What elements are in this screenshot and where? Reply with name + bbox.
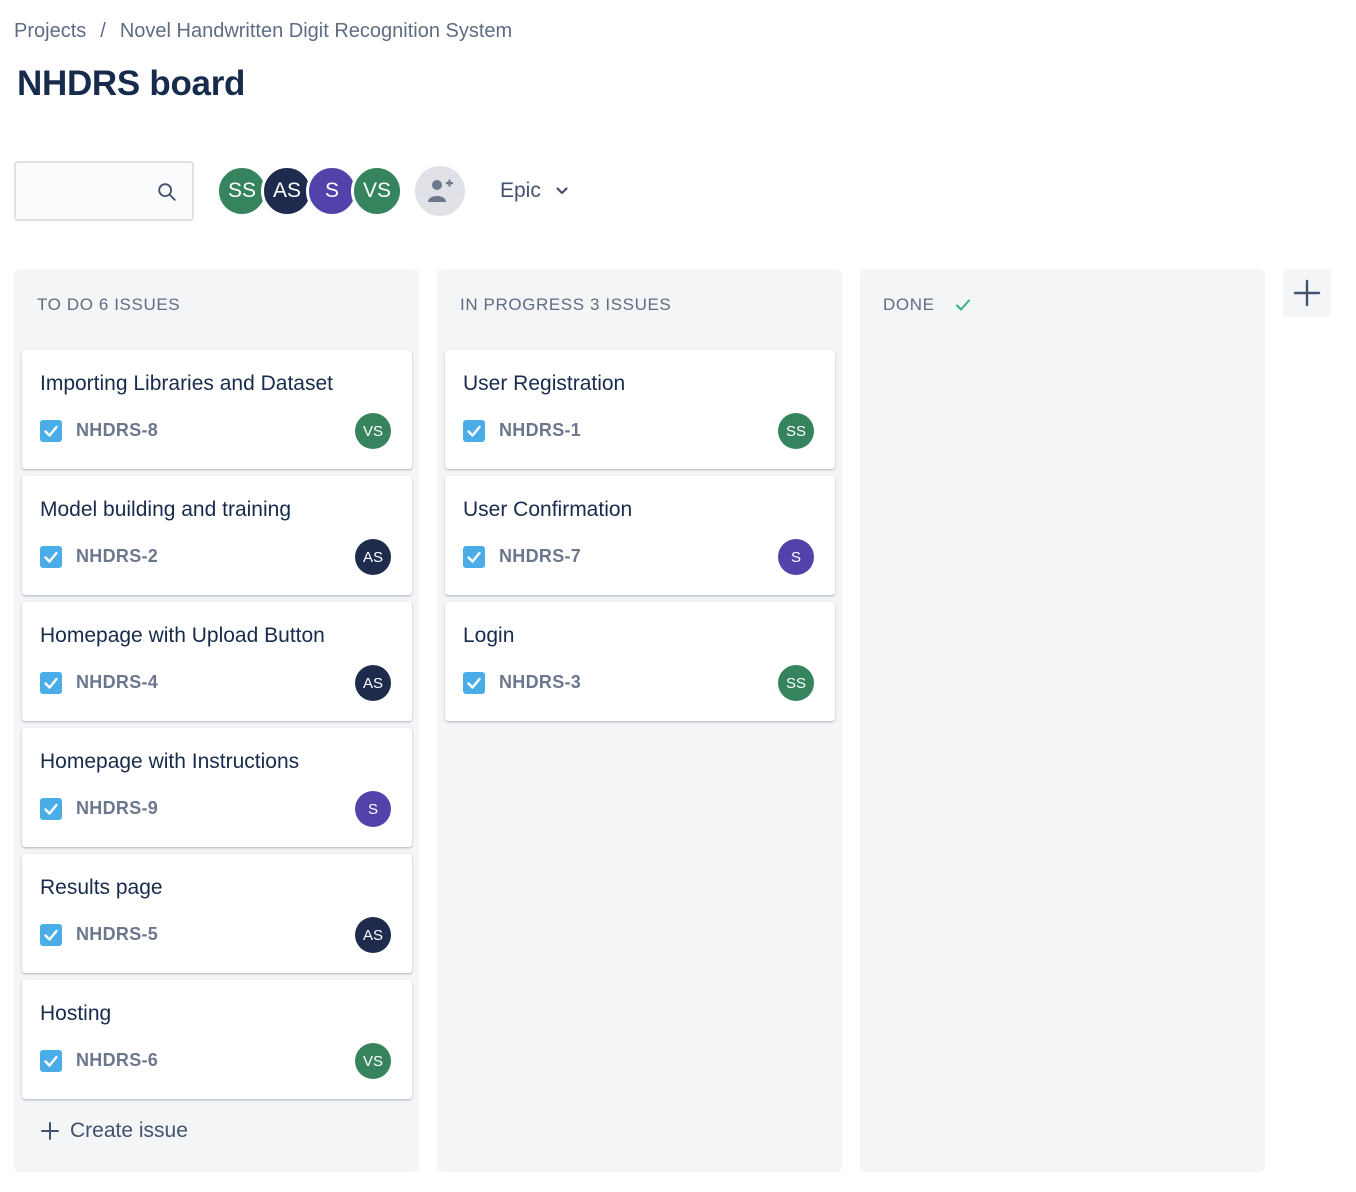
issue-title: Importing Libraries and Dataset xyxy=(40,372,333,395)
assignee-avatar[interactable]: AS xyxy=(355,665,391,701)
issue-card[interactable]: Importing Libraries and Dataset NHDRS-8 … xyxy=(22,350,412,469)
breadcrumb-separator: / xyxy=(100,20,106,42)
issue-title: Hosting xyxy=(40,1002,112,1025)
issue-key[interactable]: NHDRS-2 xyxy=(76,546,158,567)
member-avatars: SS AS S VS xyxy=(216,165,403,217)
search-box xyxy=(14,161,194,221)
issue-card[interactable]: Homepage with Upload Button NHDRS-4 AS xyxy=(22,602,412,721)
assignee-avatar[interactable]: S xyxy=(778,539,814,575)
task-checkbox-icon xyxy=(463,546,485,568)
issue-key[interactable]: NHDRS-1 xyxy=(499,420,581,441)
issue-title: User Registration xyxy=(463,372,626,395)
issue-card[interactable]: Model building and training NHDRS-2 AS xyxy=(22,476,412,595)
task-checkbox-icon xyxy=(40,672,62,694)
checkmark-icon xyxy=(955,299,970,311)
assignee-avatar[interactable]: AS xyxy=(355,917,391,953)
assignee-avatar[interactable]: SS xyxy=(778,665,814,701)
issue-card[interactable]: User Registration NHDRS-1 SS xyxy=(445,350,835,469)
plus-icon xyxy=(41,1122,59,1140)
epic-filter-label: Epic xyxy=(500,179,541,202)
issue-key[interactable]: NHDRS-7 xyxy=(499,546,581,567)
search-input[interactable] xyxy=(16,163,146,219)
issue-key[interactable]: NHDRS-3 xyxy=(499,672,581,693)
card-list: Importing Libraries and Dataset NHDRS-8 … xyxy=(22,350,412,1106)
issue-title: Homepage with Instructions xyxy=(40,750,300,773)
issue-title: Model building and training xyxy=(40,498,292,521)
column-header: TO DO 6 ISSUES xyxy=(37,295,181,314)
assignee-avatar[interactable]: VS xyxy=(355,413,391,449)
task-checkbox-icon xyxy=(40,420,62,442)
epic-filter-dropdown[interactable]: Epic xyxy=(488,168,581,214)
member-avatar[interactable]: VS xyxy=(351,165,403,217)
task-checkbox-icon xyxy=(40,1050,62,1072)
add-column-button[interactable] xyxy=(1283,269,1331,317)
task-checkbox-icon xyxy=(40,546,62,568)
add-people-button[interactable] xyxy=(415,166,465,216)
issue-title: Homepage with Upload Button xyxy=(40,624,325,647)
create-issue-button[interactable]: Create issue xyxy=(40,1119,188,1143)
breadcrumb-project-link[interactable]: Novel Handwritten Digit Recognition Syst… xyxy=(120,20,512,43)
issue-card[interactable]: Homepage with Instructions NHDRS-9 S xyxy=(22,728,412,847)
issue-card[interactable]: Login NHDRS-3 SS xyxy=(445,602,835,721)
breadcrumb-projects-link[interactable]: Projects xyxy=(14,20,86,43)
assignee-avatar[interactable]: VS xyxy=(355,1043,391,1079)
issue-key[interactable]: NHDRS-5 xyxy=(76,924,158,945)
assignee-avatar[interactable]: AS xyxy=(355,539,391,575)
task-checkbox-icon xyxy=(463,420,485,442)
column-header: DONE xyxy=(883,295,971,315)
create-issue-label: Create issue xyxy=(70,1119,188,1142)
column-todo: TO DO 6 ISSUES Importing Libraries and D… xyxy=(14,269,419,1172)
issue-key[interactable]: NHDRS-6 xyxy=(76,1050,158,1071)
search-icon xyxy=(158,183,176,201)
plus-icon xyxy=(1293,279,1321,307)
page-title: NHDRS board xyxy=(17,64,246,103)
assignee-avatar[interactable]: SS xyxy=(778,413,814,449)
issue-title: Login xyxy=(463,624,515,647)
issue-card[interactable]: User Confirmation NHDRS-7 S xyxy=(445,476,835,595)
task-checkbox-icon xyxy=(463,672,485,694)
task-checkbox-icon xyxy=(40,798,62,820)
issue-title: Results page xyxy=(40,876,163,899)
column-in-progress: IN PROGRESS 3 ISSUES User Registration N… xyxy=(437,269,842,1172)
assignee-avatar[interactable]: S xyxy=(355,791,391,827)
issue-key[interactable]: NHDRS-9 xyxy=(76,798,158,819)
column-header: IN PROGRESS 3 ISSUES xyxy=(460,295,672,314)
issue-title: User Confirmation xyxy=(463,498,633,521)
card-list: User Registration NHDRS-1 SS User Confir… xyxy=(445,350,835,728)
issue-card[interactable]: Hosting NHDRS-6 VS xyxy=(22,980,412,1099)
issue-key[interactable]: NHDRS-4 xyxy=(76,672,158,693)
issue-card[interactable]: Results page NHDRS-5 AS xyxy=(22,854,412,973)
add-person-icon xyxy=(428,179,453,202)
issue-key[interactable]: NHDRS-8 xyxy=(76,420,158,441)
chevron-down-icon xyxy=(556,187,568,195)
column-done: DONE xyxy=(860,269,1265,1172)
task-checkbox-icon xyxy=(40,924,62,946)
breadcrumb: Projects / Novel Handwritten Digit Recog… xyxy=(14,20,512,43)
